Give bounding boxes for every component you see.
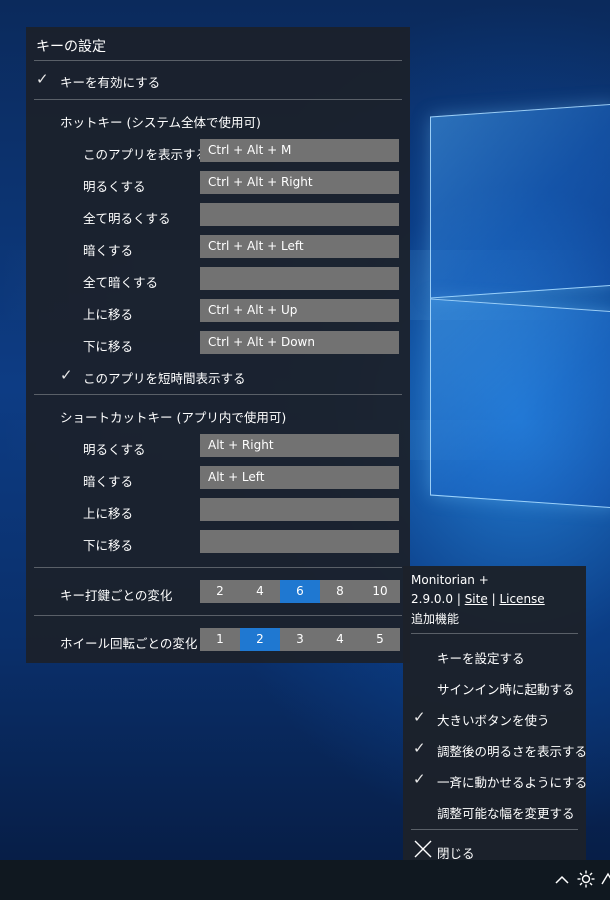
divider bbox=[411, 829, 578, 830]
windows-logo-pane bbox=[430, 298, 610, 509]
hotkey-label: 暗くする bbox=[83, 243, 134, 258]
app-name: Monitorian + bbox=[411, 573, 489, 587]
check-icon: ✓ bbox=[413, 739, 426, 757]
segment-option-selected[interactable]: 6 bbox=[280, 580, 320, 603]
divider bbox=[34, 394, 402, 395]
check-icon: ✓ bbox=[413, 770, 426, 788]
shortcut-field[interactable] bbox=[200, 530, 399, 553]
key-settings-panel: キーの設定 ✓ キーを有効にする ホットキー (システム全体で使用可) このアプ… bbox=[26, 27, 410, 663]
shortcut-field[interactable]: Alt + Right bbox=[200, 434, 399, 457]
keystroke-change-selector: 2 4 6 8 10 bbox=[200, 580, 400, 603]
hotkey-field[interactable]: Ctrl + Alt + Right bbox=[200, 171, 399, 194]
segment-option[interactable]: 4 bbox=[320, 628, 360, 651]
check-icon: ✓ bbox=[413, 708, 426, 726]
divider bbox=[411, 633, 578, 634]
close-icon[interactable] bbox=[413, 839, 433, 863]
enable-keys-toggle[interactable]: キーを有効にする bbox=[60, 72, 160, 91]
wheel-change-label: ホイール回転ごとの変化 bbox=[60, 636, 198, 651]
hotkey-label: 下に移る bbox=[83, 339, 134, 354]
check-icon[interactable]: ✓ bbox=[60, 366, 73, 384]
segment-option[interactable]: 4 bbox=[240, 580, 280, 603]
shortcut-field[interactable] bbox=[200, 498, 399, 521]
hotkey-field[interactable]: Ctrl + Alt + Down bbox=[200, 331, 399, 354]
menu-item-move-together[interactable]: 一斉に動かせるようにする bbox=[437, 772, 587, 791]
hotkey-field[interactable]: Ctrl + Alt + Up bbox=[200, 299, 399, 322]
shortcuts-header: ショートカットキー (アプリ内で使用可) bbox=[60, 410, 287, 425]
menu-item-large-buttons[interactable]: 大きいボタンを使う bbox=[437, 710, 550, 729]
segment-option[interactable]: 8 bbox=[320, 580, 360, 603]
network-icon[interactable] bbox=[600, 870, 610, 890]
segment-option[interactable]: 5 bbox=[360, 628, 400, 651]
license-link[interactable]: License bbox=[499, 592, 544, 606]
app-version-line: 2.9.0.0 | Site | License bbox=[411, 592, 545, 606]
menu-item-show-adjusted-brightness[interactable]: 調整後の明るさを表示する bbox=[437, 741, 587, 760]
link-separator: | bbox=[491, 592, 496, 606]
brightness-icon[interactable] bbox=[576, 870, 596, 890]
menu-item-start-on-signin[interactable]: サインイン時に起動する bbox=[437, 679, 575, 698]
windows-logo-pane bbox=[430, 103, 610, 299]
hotkey-label: 全て明るくする bbox=[83, 211, 171, 226]
panel-title: キーの設定 bbox=[36, 39, 106, 55]
tray-menu: Monitorian + 2.9.0.0 | Site | License 追加… bbox=[403, 566, 587, 863]
menu-item-key-settings[interactable]: キーを設定する bbox=[437, 648, 525, 667]
divider bbox=[34, 567, 402, 568]
shortcut-field[interactable]: Alt + Left bbox=[200, 466, 399, 489]
segment-option[interactable]: 1 bbox=[200, 628, 240, 651]
segment-option[interactable]: 3 bbox=[280, 628, 320, 651]
segment-option[interactable]: 2 bbox=[200, 580, 240, 603]
divider bbox=[34, 615, 402, 616]
site-link[interactable]: Site bbox=[465, 592, 488, 606]
hotkey-label: 全て暗くする bbox=[83, 275, 159, 290]
segment-option[interactable]: 10 bbox=[360, 580, 400, 603]
shortcut-label: 暗くする bbox=[83, 474, 134, 489]
shortcut-label: 上に移る bbox=[83, 506, 134, 521]
hotkey-field[interactable]: Ctrl + Alt + M bbox=[200, 139, 399, 162]
taskbar bbox=[0, 860, 610, 900]
shortcut-label: 明るくする bbox=[83, 442, 146, 457]
divider bbox=[34, 99, 402, 100]
wheel-change-selector: 1 2 3 4 5 bbox=[200, 628, 400, 651]
check-icon[interactable]: ✓ bbox=[36, 70, 49, 88]
hotkey-field[interactable]: Ctrl + Alt + Left bbox=[200, 235, 399, 258]
show-briefly-toggle[interactable]: このアプリを短時間表示する bbox=[83, 368, 246, 387]
chevron-up-icon[interactable] bbox=[552, 870, 572, 890]
hotkey-label: このアプリを表示する bbox=[83, 147, 209, 162]
divider bbox=[34, 60, 402, 61]
menu-item-change-range[interactable]: 調整可能な幅を変更する bbox=[437, 803, 575, 822]
close-button[interactable]: 閉じる bbox=[437, 843, 475, 862]
keystroke-change-label: キー打鍵ごとの変化 bbox=[60, 588, 173, 603]
link-separator: | bbox=[456, 592, 461, 606]
addon-label: 追加機能 bbox=[411, 612, 460, 626]
hotkeys-header: ホットキー (システム全体で使用可) bbox=[60, 115, 261, 130]
hotkey-field[interactable] bbox=[200, 203, 399, 226]
hotkey-label: 上に移る bbox=[83, 307, 134, 322]
hotkey-field[interactable] bbox=[200, 267, 399, 290]
segment-option-selected[interactable]: 2 bbox=[240, 628, 280, 651]
app-version: 2.9.0.0 bbox=[411, 592, 453, 606]
shortcut-label: 下に移る bbox=[83, 538, 134, 553]
hotkey-label: 明るくする bbox=[83, 179, 146, 194]
